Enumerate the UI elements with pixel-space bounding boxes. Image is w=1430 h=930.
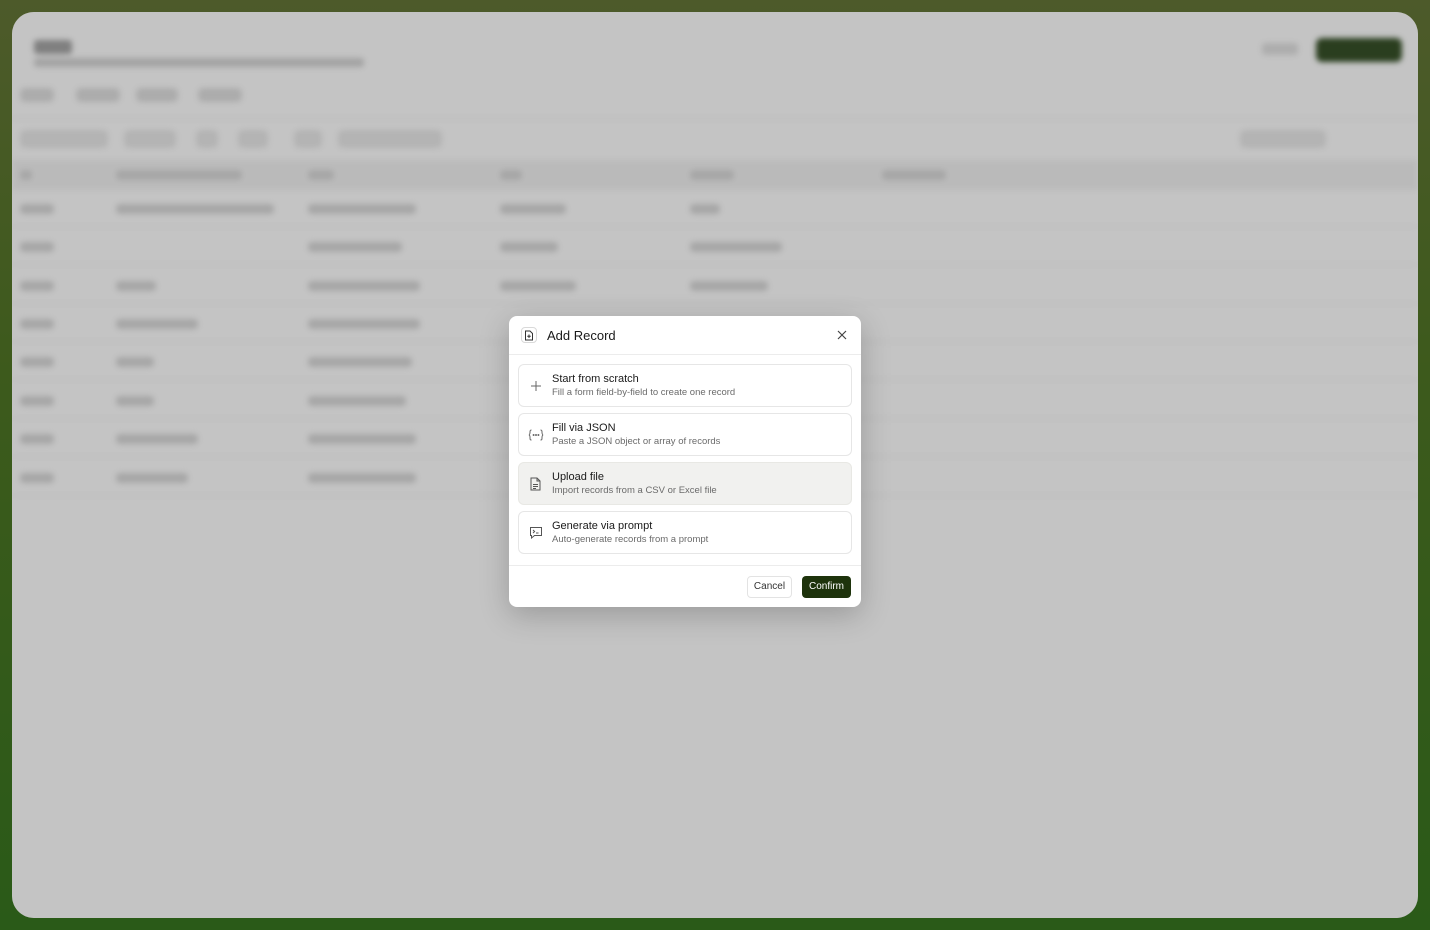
option-list: Start from scratch Fill a form field-by-…	[509, 355, 861, 554]
option-title: Start from scratch	[552, 373, 639, 385]
close-icon	[837, 330, 847, 340]
file-text-icon	[519, 477, 552, 491]
option-description: Auto-generate records from a prompt	[552, 534, 709, 545]
option-title: Upload file	[552, 471, 604, 483]
option-description: Fill a form field-by-field to create one…	[552, 387, 736, 398]
option-title: Fill via JSON	[552, 422, 616, 434]
file-plus-icon	[521, 327, 537, 343]
option-description: Paste a JSON object or array of records	[552, 436, 721, 447]
braces-icon	[519, 429, 552, 441]
app-window: Add Record Start from scratch Fill a for…	[12, 12, 1418, 918]
option-upload-file[interactable]: Upload file Import records from a CSV or…	[518, 462, 852, 505]
add-record-dialog: Add Record Start from scratch Fill a for…	[509, 316, 861, 607]
terminal-chat-icon	[519, 526, 552, 539]
plus-icon	[519, 380, 552, 392]
cancel-button[interactable]: Cancel	[747, 575, 792, 598]
dialog-footer: Cancel Confirm	[509, 565, 861, 607]
option-fill-via-json[interactable]: Fill via JSON Paste a JSON object or arr…	[518, 413, 852, 456]
option-start-from-scratch[interactable]: Start from scratch Fill a form field-by-…	[518, 364, 852, 407]
option-generate-via-prompt[interactable]: Generate via prompt Auto-generate record…	[518, 511, 852, 554]
option-description: Import records from a CSV or Excel file	[552, 485, 717, 496]
close-button[interactable]	[833, 326, 851, 344]
dialog-title: Add Record	[547, 327, 616, 343]
confirm-button[interactable]: Confirm	[802, 575, 851, 598]
dialog-header: Add Record	[509, 316, 861, 355]
option-title: Generate via prompt	[552, 520, 653, 532]
